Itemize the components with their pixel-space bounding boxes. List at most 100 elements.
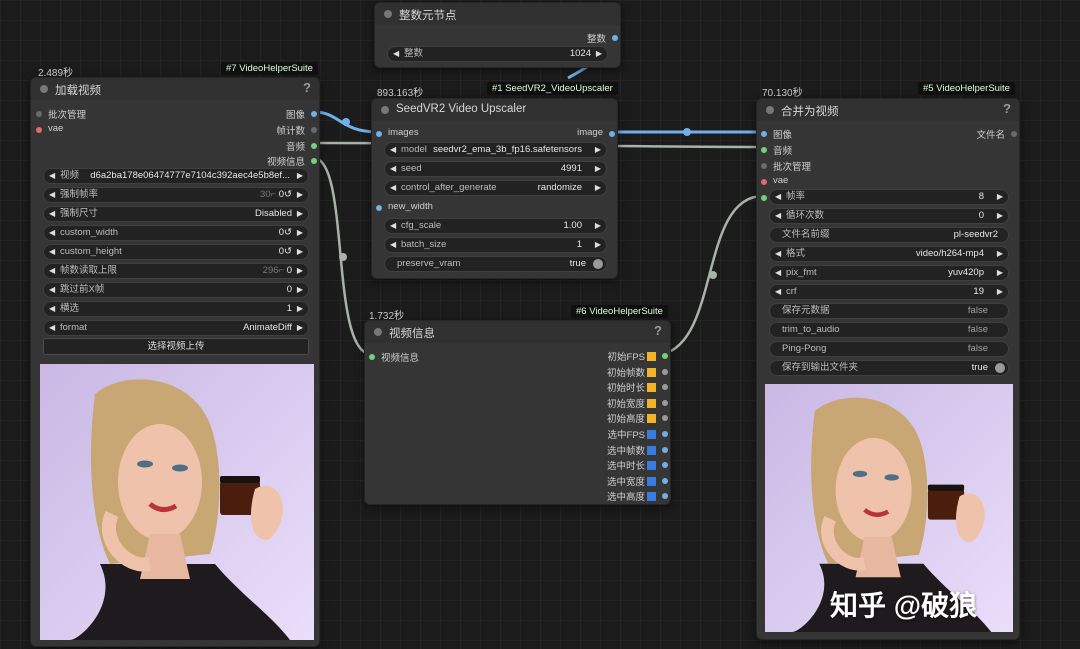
decrement-arrow-icon[interactable]: ◀	[49, 302, 55, 316]
collapse-dot-icon[interactable]	[766, 106, 774, 114]
seed-input-new-width[interactable]: new_width	[376, 201, 433, 212]
help-icon[interactable]: ?	[303, 80, 311, 95]
output-dot[interactable]	[311, 143, 317, 149]
increment-arrow-icon[interactable]: ▶	[997, 209, 1003, 223]
merge-input-audio[interactable]: 音频	[761, 143, 792, 157]
seed-input-images[interactable]: images	[376, 127, 419, 138]
increment-arrow-icon[interactable]: ▶	[297, 264, 303, 278]
output-dot[interactable]	[662, 431, 668, 437]
input-dot[interactable]	[369, 354, 375, 360]
next-arrow-icon[interactable]: ▶	[297, 321, 303, 335]
output-dot[interactable]	[311, 111, 317, 117]
decrement-arrow-icon[interactable]: ◀	[390, 162, 396, 176]
load-input-vae[interactable]: vae	[36, 123, 63, 134]
decrement-arrow-icon[interactable]: ◀	[49, 264, 55, 278]
merge-input-vae[interactable]: vae	[761, 175, 788, 186]
next-arrow-icon[interactable]: ▶	[297, 169, 303, 183]
info-output-slot[interactable]: 初始宽度	[607, 396, 668, 410]
output-dot[interactable]	[311, 127, 317, 133]
merge-input-batch[interactable]: 批次管理	[761, 159, 811, 173]
increment-arrow-icon[interactable]: ▶	[595, 162, 601, 176]
decrement-arrow-icon[interactable]: ◀	[49, 245, 55, 259]
int-node[interactable]: 整数元节点 整数 ◀ 整数 1024 ▶	[374, 2, 621, 68]
input-dot[interactable]	[36, 127, 42, 133]
int-node-header[interactable]: 整数元节点	[375, 3, 620, 25]
help-icon[interactable]: ?	[654, 323, 662, 338]
info-output-slot[interactable]: 选中帧数	[607, 443, 668, 457]
input-dot[interactable]	[761, 179, 767, 185]
increment-arrow-icon[interactable]: ▶	[297, 302, 303, 316]
increment-arrow-icon[interactable]: ▶	[297, 245, 303, 259]
cfg-scale-widget[interactable]: ◀ cfg_scale 1.00 ▶	[384, 218, 607, 234]
info-output-slot[interactable]: 选中时长	[607, 458, 668, 472]
decrement-arrow-icon[interactable]: ◀	[390, 238, 396, 252]
load-output-videoinfo[interactable]: 视频信息	[267, 154, 317, 168]
load-input-batch[interactable]: 批次管理	[36, 107, 86, 121]
custom-height-widget[interactable]: ◀ custom_height 0↺ ▶	[43, 244, 309, 260]
increment-arrow-icon[interactable]: ▶	[297, 283, 303, 297]
load-output-audio[interactable]: 音频	[286, 139, 317, 153]
int-output-slot[interactable]: 整数	[587, 31, 618, 45]
int-output-dot[interactable]	[612, 35, 618, 41]
prev-arrow-icon[interactable]: ◀	[775, 247, 781, 261]
video-file-widget[interactable]: ◀ 视频 d6a2ba178e06474777e7104c392aec4e5b8…	[43, 168, 309, 184]
prev-arrow-icon[interactable]: ◀	[49, 207, 55, 221]
next-arrow-icon[interactable]: ▶	[997, 266, 1003, 280]
input-dot[interactable]	[761, 147, 767, 153]
info-output-slot[interactable]: 选中FPS	[608, 427, 668, 441]
increment-arrow-icon[interactable]: ▶	[997, 285, 1003, 299]
input-dot[interactable]	[376, 205, 382, 211]
increment-arrow-icon[interactable]: ▶	[595, 238, 601, 252]
select-every-nth-widget[interactable]: ◀ 横选 1 ▶	[43, 301, 309, 317]
output-dot[interactable]	[662, 415, 668, 422]
output-dot[interactable]	[662, 462, 668, 469]
upload-video-button[interactable]: 选择视频上传	[43, 338, 309, 355]
framerate-widget[interactable]: ◀ 帧率 8 ▶	[769, 189, 1009, 205]
format-widget[interactable]: ◀ 格式 video/h264-mp4 ▶	[769, 246, 1009, 262]
output-dot[interactable]	[662, 399, 668, 406]
output-dot[interactable]	[609, 131, 615, 137]
output-dot[interactable]	[662, 477, 668, 484]
next-arrow-icon[interactable]: ▶	[997, 247, 1003, 261]
output-dot[interactable]	[662, 446, 668, 453]
next-arrow-icon[interactable]: ▶	[297, 207, 303, 221]
trim-to-audio-toggle[interactable]: trim_to_audio false	[769, 322, 1009, 338]
info-output-slot[interactable]: 初始时长	[607, 380, 668, 394]
decrement-arrow-icon[interactable]: ◀	[775, 190, 781, 204]
control-after-generate-widget[interactable]: ◀ control_after_generate randomize ▶	[384, 180, 607, 196]
output-dot[interactable]	[662, 493, 668, 500]
input-dot[interactable]	[761, 163, 767, 169]
collapse-dot-icon[interactable]	[381, 106, 389, 114]
decrement-arrow-icon[interactable]: ◀	[49, 188, 55, 202]
force-size-widget[interactable]: ◀ 强制尺寸 Disabled ▶	[43, 206, 309, 222]
int-value-widget[interactable]: ◀ 整数 1024 ▶	[387, 46, 608, 62]
crf-widget[interactable]: ◀ crf 19 ▶	[769, 284, 1009, 300]
collapse-dot-icon[interactable]	[40, 85, 48, 93]
decrement-arrow-icon[interactable]: ◀	[775, 285, 781, 299]
help-icon[interactable]: ?	[1003, 101, 1011, 116]
next-arrow-icon[interactable]: ▶	[595, 181, 601, 195]
toggle-knob-icon[interactable]	[593, 259, 603, 269]
loop-count-widget[interactable]: ◀ 循环次数 0 ▶	[769, 208, 1009, 224]
output-dot[interactable]	[662, 368, 668, 375]
increment-arrow-icon[interactable]: ▶	[595, 219, 601, 233]
collapse-dot-icon[interactable]	[384, 10, 392, 18]
collapse-dot-icon[interactable]	[374, 328, 382, 336]
pix-fmt-widget[interactable]: ◀ pix_fmt yuv420p ▶	[769, 265, 1009, 281]
decrement-arrow-icon[interactable]: ◀	[49, 226, 55, 240]
input-dot[interactable]	[376, 131, 382, 137]
save-metadata-toggle[interactable]: 保存元数据 false	[769, 303, 1009, 319]
decrement-arrow-icon[interactable]: ◀	[49, 283, 55, 297]
filename-prefix-field[interactable]: 文件名前缀 pl-seedvr2	[769, 227, 1009, 243]
next-arrow-icon[interactable]: ▶	[595, 143, 601, 157]
input-dot[interactable]	[761, 195, 767, 201]
skip-first-frames-widget[interactable]: ◀ 跳过前X帧 0 ▶	[43, 282, 309, 298]
load-output-image[interactable]: 图像	[286, 107, 317, 121]
info-output-slot[interactable]: 初始高度	[607, 411, 668, 425]
batch-size-widget[interactable]: ◀ batch_size 1 ▶	[384, 237, 607, 253]
output-dot[interactable]	[662, 353, 668, 359]
frame-load-cap-widget[interactable]: ◀ 帧数读取上限 296⌐ 0 ▶	[43, 263, 309, 279]
output-dot[interactable]	[662, 384, 668, 391]
output-dot[interactable]	[1011, 131, 1017, 137]
merge-output-filename[interactable]: 文件名	[976, 127, 1017, 141]
